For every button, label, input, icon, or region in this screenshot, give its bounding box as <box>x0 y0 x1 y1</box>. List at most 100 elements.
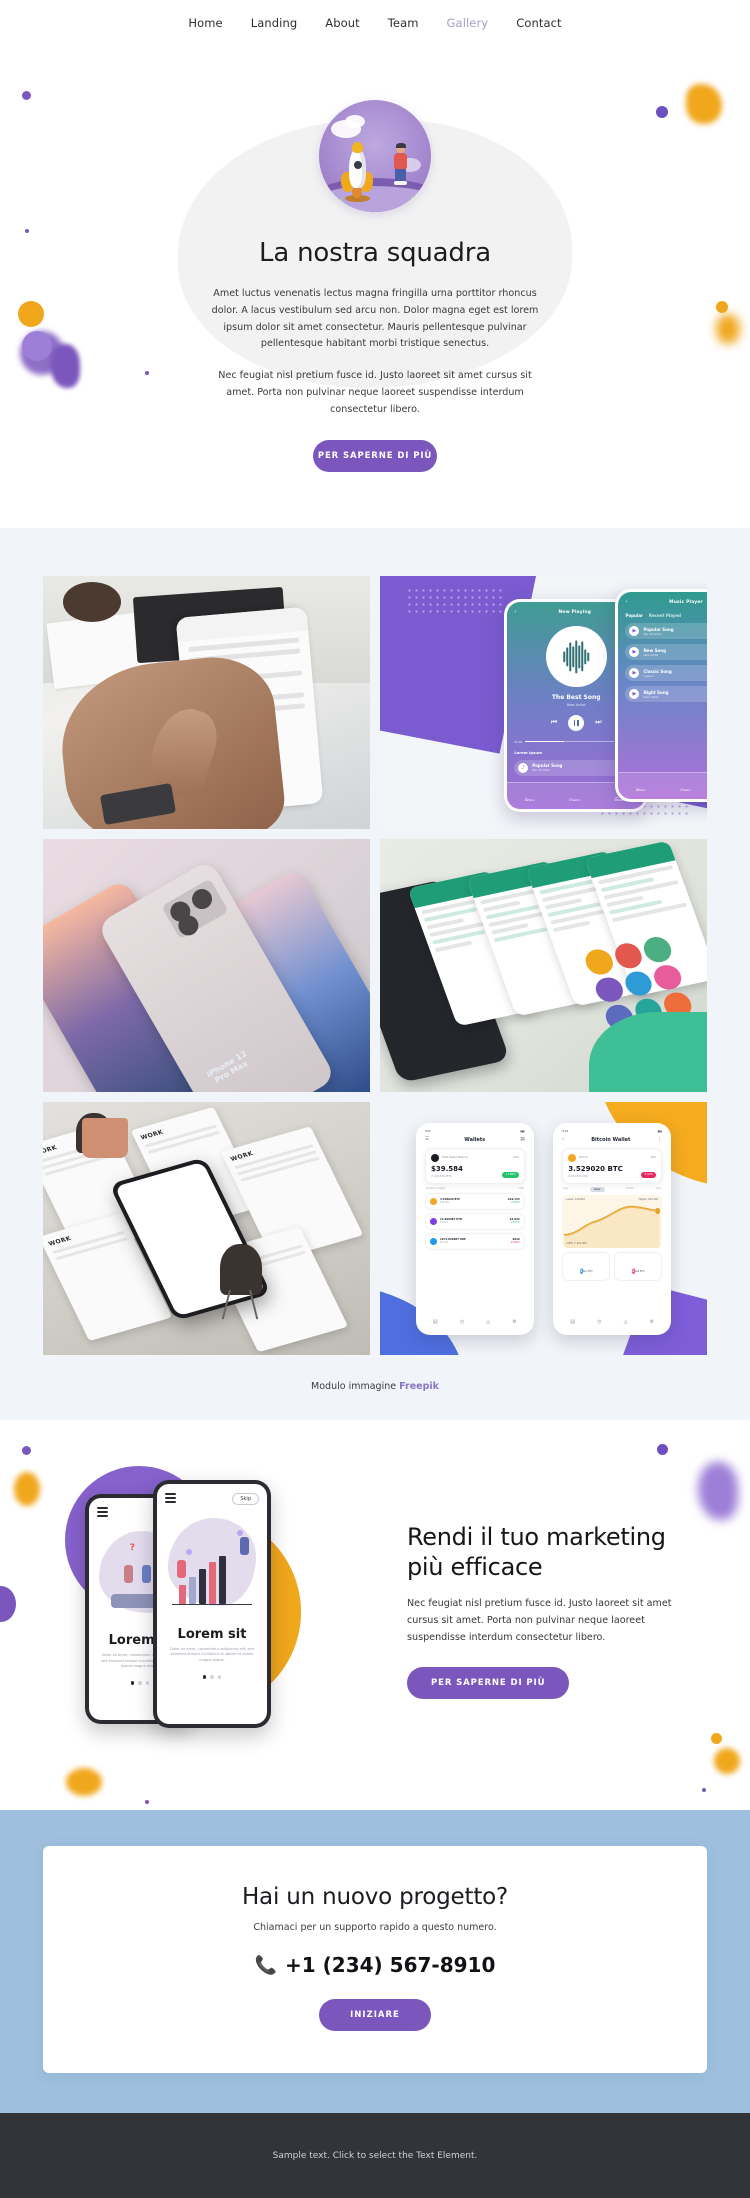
hamburger-icon[interactable] <box>165 1493 176 1505</box>
price-chart: Lower: $19.810 Higher: $24.193 1 BTC = $… <box>562 1194 663 1248</box>
gallery-item-hand-holding-phone[interactable] <box>43 576 370 830</box>
deco-dot-purple-mk-right <box>657 1444 668 1456</box>
mock-copy-front: Dolor sit amet, consectetur adipiscing e… <box>170 1647 254 1662</box>
album-disc <box>545 626 607 687</box>
sell-btc-button[interactable]: $Sell BTC <box>614 1251 663 1281</box>
currency-row[interactable]: 12.820987 ETH $1.401 $4.822 +2.07% <box>424 1212 525 1230</box>
hero-section: La nostra squadra Amet luctus venenatis … <box>0 46 750 529</box>
bitcoin-icon <box>568 1153 577 1162</box>
skip-button[interactable]: Skip <box>232 1493 259 1506</box>
settings-tab-icon[interactable]: ⚙ <box>512 1319 516 1325</box>
marketing-phones-visual: · ? Lorem si Dolor sit amet, consectetur… <box>43 1460 373 1760</box>
nav-item-home[interactable]: Home <box>188 16 222 30</box>
marketing-learn-more-button[interactable]: PER SAPERNE DI PIÙ <box>407 1666 570 1699</box>
menu-icon[interactable]: ☰ <box>425 1137 429 1142</box>
track-row[interactable]: ▶ Classic Song Legend ♡ <box>625 665 707 682</box>
page-title: La nostra squadra <box>259 238 491 268</box>
track-row[interactable]: ▶ Popular Song Top 40 Artist ♥ <box>625 623 707 640</box>
cta-start-button[interactable]: INIZIARE <box>319 1999 431 2032</box>
main-navigation: Home Landing About Team Gallery Contact <box>0 0 750 46</box>
cta-subtitle: Chiamaci per un supporto rapido a questo… <box>253 1922 497 1934</box>
wallets-header: Wallets <box>464 1136 486 1143</box>
deco-dot-purple <box>22 91 31 100</box>
alert-tab-icon[interactable]: ◬ <box>486 1319 490 1325</box>
play-icon[interactable]: ▶ <box>629 668 640 679</box>
buy-btc-button[interactable]: $Buy BTC <box>562 1251 611 1281</box>
nav-item-contact[interactable]: Contact <box>516 16 561 30</box>
footer: Sample text. Click to select the Text El… <box>0 2113 750 2198</box>
hero-paragraph-1: Amet luctus venenatis lectus magna fring… <box>211 288 539 350</box>
music-player-header: Music Player <box>669 599 703 605</box>
total-balance-amount: $39.584 <box>430 1164 463 1173</box>
bitcoin-change-badge: -5.62% <box>640 1171 657 1178</box>
marketing-section: · ? Lorem si Dolor sit amet, consectetur… <box>0 1420 750 1811</box>
currency-row[interactable]: 3.529020 BTC $15.481 $19.153 +4.50% <box>424 1192 525 1210</box>
now-playing-header: Now Playing <box>558 609 592 615</box>
progress-bar[interactable] <box>525 741 628 743</box>
pause-button[interactable] <box>568 714 585 731</box>
footer-text[interactable]: Sample text. Click to select the Text El… <box>273 2151 478 2161</box>
play-icon[interactable]: ▶ <box>629 626 640 637</box>
gallery-item-phones-pink[interactable]: iPhone 12 Pro Max <box>43 839 370 1093</box>
back-icon[interactable]: ‹ <box>562 1137 564 1142</box>
deco-dot-small-mk <box>145 1800 149 1805</box>
gallery-grid: ‹ Now Playing ▤ The Best Song <box>43 576 707 1356</box>
rocket-illustration <box>319 100 431 212</box>
more-icon[interactable]: ⋮ <box>658 1137 663 1142</box>
page-root: Home Landing About Team Gallery Contact <box>0 0 750 2198</box>
back-chevron-icon-2: ‹ <box>625 599 628 606</box>
nav-item-about[interactable]: About <box>325 16 360 30</box>
music-note-icon: ♪ <box>518 762 529 773</box>
cta-section: Hai un nuovo progetto? Chiamaci per un s… <box>0 1810 750 2114</box>
hero-paragraph-2: Nec feugiat nisl pretium fusce id. Justo… <box>218 370 532 415</box>
marketing-text-block: Rendi il tuo marketing più efficace Nec … <box>373 1522 707 1699</box>
hamburger-icon[interactable] <box>97 1507 108 1519</box>
nav-item-gallery[interactable]: Gallery <box>447 16 489 30</box>
wallet-tab-icon[interactable]: ▤ <box>570 1319 575 1325</box>
tab-search[interactable]: ⌕Search <box>680 776 690 795</box>
wallet-tab-icon[interactable]: ▤ <box>433 1319 438 1325</box>
previous-icon[interactable]: ⏮ <box>551 718 557 727</box>
settings-tab-icon[interactable]: ⚙ <box>650 1319 654 1325</box>
cta-phone-number[interactable]: +1 (234) 567-8910 <box>285 1953 495 1977</box>
clock-tab-icon[interactable]: ◷ <box>460 1319 464 1325</box>
music-playlist-phone: ‹ Music Player ▤ Popular Recent Played ▶… <box>615 589 707 802</box>
pill-recent-played[interactable]: Recent Played <box>649 613 681 618</box>
cta-title: Hai un nuovo progetto? <box>241 1884 509 1911</box>
wallets-phone: 9:41 ▮▮▮ ☰ Wallets ▤ Total Wallet Balance… <box>415 1122 534 1336</box>
credit-text: Modulo immagine <box>311 1381 397 1393</box>
total-balance-card: Total Wallet Balance USD $39.584 7.29133… <box>424 1147 525 1184</box>
deco-blur-orange-mk3 <box>714 1748 740 1775</box>
track-row[interactable]: ▶ New Song New Artist ♡ <box>625 644 707 661</box>
nav-item-team[interactable]: Team <box>388 16 419 30</box>
gallery-item-chat-screens[interactable] <box>380 839 707 1093</box>
clock-tab-icon[interactable]: ◷ <box>597 1319 601 1325</box>
cta-card: Hai un nuovo progetto? Chiamaci per un s… <box>43 1846 707 2074</box>
gallery-item-music-player-app[interactable]: ‹ Now Playing ▤ The Best Song <box>380 576 707 830</box>
play-icon[interactable]: ▶ <box>629 647 640 658</box>
next-icon[interactable]: ⏭ <box>595 718 601 727</box>
alert-tab-icon[interactable]: ◬ <box>624 1319 628 1325</box>
credit-link-freepik[interactable]: Freepik <box>399 1381 439 1392</box>
total-balance-btc: 7.291332 BTC <box>430 1173 453 1178</box>
pill-popular[interactable]: Popular <box>625 613 642 618</box>
nav-item-landing[interactable]: Landing <box>251 16 298 30</box>
wallet-coin-icon <box>430 1153 439 1162</box>
tab-search[interactable]: ⌕Search <box>569 786 579 805</box>
cta-phone-number-row[interactable]: 📞 +1 (234) 567-8910 <box>43 1953 707 1977</box>
track-row[interactable]: ▶ Night Song Dark Artist ♡ <box>625 686 707 703</box>
gallery-item-workspace-screens[interactable]: WORK WORK WORK WORK WORK <box>43 1102 370 1356</box>
tab-home[interactable]: ⌂Home <box>636 776 646 795</box>
chart-legend-low: Lower: $19.810 <box>566 1197 585 1201</box>
play-icon[interactable]: ▶ <box>629 689 640 700</box>
deco-dot-orange-mk <box>711 1733 722 1745</box>
gallery-item-crypto-wallet[interactable]: 9:41 ▮▮▮ ☰ Wallets ▤ Total Wallet Balance… <box>380 1102 707 1356</box>
marketing-phone-front: Skip Lorem sit Dolor sit amet, consectet… <box>153 1480 271 1729</box>
currency-row[interactable]: 1971.820987 XRP $0.145 $919 -12.09% <box>424 1232 525 1250</box>
hero-learn-more-button[interactable]: PER SAPERNE DI PIÙ <box>313 440 437 473</box>
card-icon[interactable]: ▤ <box>520 1137 524 1142</box>
bitcoin-amount-usd: $19.153 USD <box>568 1173 589 1178</box>
mock-title-front: Lorem sit <box>177 1627 247 1643</box>
tab-home[interactable]: ⌂Home <box>525 786 535 805</box>
deco-dot-purple-mk <box>22 1446 31 1456</box>
